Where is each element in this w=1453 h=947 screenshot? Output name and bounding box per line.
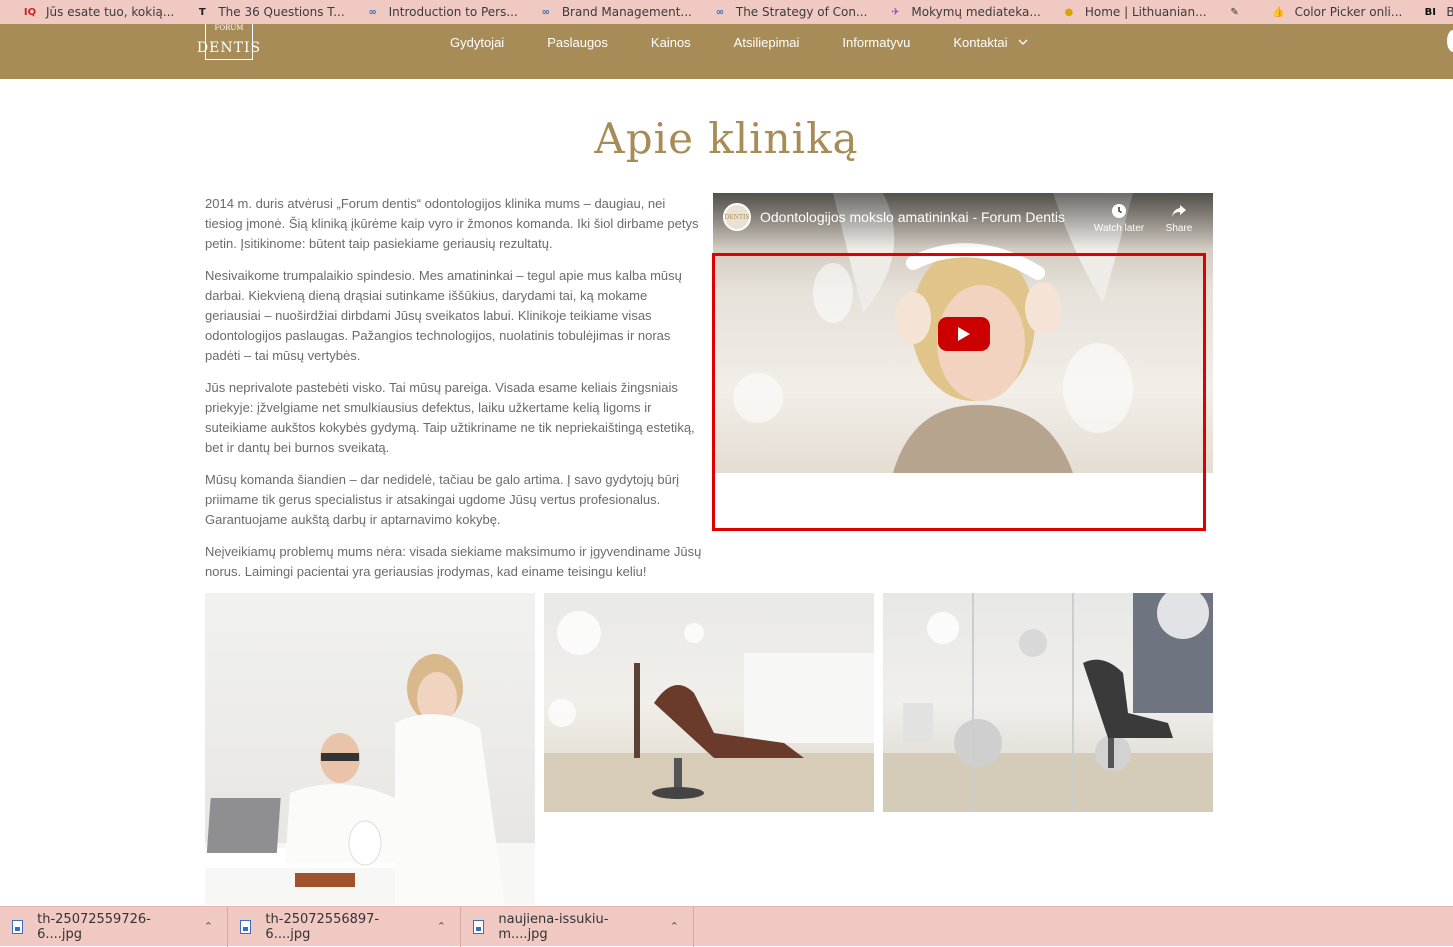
bookmark-label: The 36 Questions T... [218, 5, 345, 19]
chevron-up-icon[interactable]: ⌃ [670, 920, 679, 933]
main-nav: Gydytojai Paslaugos Kainos Atsiliepimai … [450, 32, 1028, 52]
clinic-glass-room-photo[interactable] [883, 593, 1213, 812]
clinic-room-photo[interactable] [544, 593, 874, 812]
downloads-bar: th-25072559726-6....jpg ⌃ th-25072556897… [0, 906, 1453, 947]
site-logo[interactable]: FORUM DENTIS [197, 24, 260, 60]
bookmark-item[interactable]: ✈ Mokymų mediateka... [875, 0, 1048, 24]
nav-item-kontaktai[interactable]: Kontaktai [953, 34, 1028, 50]
bookmark-item[interactable]: ∞ Introduction to Pers... [353, 0, 526, 24]
bookmark-label: The Strategy of Con... [735, 5, 868, 19]
pen-icon: ✎ [1230, 6, 1239, 18]
image-file-icon [473, 919, 485, 934]
download-item[interactable]: th-25072556897-6....jpg ⌃ [228, 906, 461, 947]
logo-top-text: FORUM [214, 24, 244, 32]
download-filename: th-25072556897-6....jpg [265, 911, 380, 942]
site-header: FORUM DENTIS Gydytojai Paslaugos Kainos … [0, 24, 1453, 79]
team-photo-illustration [205, 654, 535, 905]
nav-item-informatyvu[interactable]: Informatyvu [842, 35, 910, 50]
nav-item-gydytojai[interactable]: Gydytojai [450, 35, 504, 50]
coursera-icon: ∞ [715, 6, 725, 18]
bookmark-item[interactable]: T The 36 Questions T... [182, 0, 352, 24]
nav-item-kontaktai-label: Kontaktai [953, 34, 1008, 50]
bookmark-label: Home | Lithuanian... [1084, 5, 1207, 19]
bookmarks-bar: IQ Jūs esate tuo, kokią... T The 36 Questio… [0, 0, 1453, 24]
video-title[interactable]: Odontologijos mokslo amatininkai - Forum… [760, 209, 1065, 225]
chevron-up-icon[interactable]: ⌃ [204, 920, 213, 933]
nav-item-paslaugos[interactable]: Paslaugos [547, 35, 608, 50]
glass-room-illustration [883, 593, 1213, 812]
chevron-up-icon[interactable]: ⌃ [437, 920, 446, 933]
download-item[interactable]: th-25072559726-6....jpg ⌃ [0, 906, 228, 947]
channel-avatar[interactable]: DENTIS [723, 203, 751, 231]
bookmark-item[interactable]: ✎ [1215, 0, 1259, 24]
coursera-icon: ∞ [541, 6, 550, 18]
bookmark-item[interactable]: 👍 Color Picker onli... [1259, 0, 1411, 24]
play-icon [958, 327, 970, 341]
nav-item-kainos[interactable]: Kainos [651, 35, 691, 50]
download-item[interactable]: naujiena-issukiu-m....jpg ⌃ [461, 906, 694, 947]
team-photo[interactable] [205, 593, 535, 905]
bookmark-item[interactable]: IQ Jūs esate tuo, kokią... [0, 0, 182, 24]
bookmark-label: Brand Management... [561, 5, 692, 19]
header-menu-dot[interactable] [1447, 30, 1453, 52]
image-file-icon [240, 919, 252, 934]
bookmark-item[interactable]: ● Home | Lithuanian... [1049, 0, 1215, 24]
bookmark-item[interactable]: BI Business Insider [1410, 0, 1453, 24]
share-icon [1172, 205, 1186, 217]
about-paragraph: 2014 m. duris atvėrusi „Forum dentis“ od… [205, 196, 699, 251]
coursera-icon: ∞ [368, 6, 377, 18]
download-filename: naujiena-issukiu-m....jpg [498, 911, 609, 942]
about-paragraph: Mūsų komanda šiandien – dar nedidelė, ta… [205, 472, 680, 527]
dental-chair-illustration [544, 611, 874, 812]
iq-icon: IQ [23, 6, 37, 18]
share-button[interactable]: Share [1151, 203, 1207, 234]
share-label: Share [1165, 223, 1193, 234]
logo-main-text: DENTIS [196, 40, 262, 56]
about-text: 2014 m. duris atvėrusi „Forum dentis“ od… [205, 194, 705, 594]
chevron-down-icon [1018, 39, 1028, 45]
clock-icon [1112, 204, 1126, 218]
about-paragraph: Jūs neprivalote pastebėti visko. Tai mūs… [205, 380, 695, 455]
image-file-icon [12, 919, 24, 934]
bookmark-item[interactable]: ∞ Brand Management... [526, 0, 700, 24]
lithuanian-icon: ● [1064, 6, 1074, 18]
nav-item-atsiliepimai[interactable]: Atsiliepimai [734, 35, 800, 50]
about-paragraph: Neįveikiamų problemų mums nėra: visada s… [205, 544, 702, 579]
about-paragraph: Nesivaikome trumpalaikio spindesio. Mes … [205, 268, 682, 363]
bookmark-label: Jūs esate tuo, kokią... [46, 5, 175, 19]
nyt-icon: T [198, 6, 206, 18]
bi-icon: BI [1424, 6, 1437, 18]
watch-later-label: Watch later [1093, 223, 1145, 234]
bookmark-label: Color Picker onli... [1294, 5, 1403, 19]
youtube-video-embed[interactable]: DENTIS Odontologijos mokslo amatininkai … [713, 193, 1213, 473]
bookmark-item[interactable]: ∞ The Strategy of Con... [700, 0, 876, 24]
bookmark-label: Introduction to Pers... [388, 5, 518, 19]
page-title: Apie kliniką [594, 114, 859, 163]
bird-icon: ✈ [891, 6, 900, 18]
watch-later-button[interactable]: Watch later [1091, 203, 1147, 234]
bookmark-label: Business Insider [1446, 5, 1453, 19]
thumb-icon: 👍 [1272, 6, 1285, 18]
download-filename: th-25072559726-6....jpg [37, 911, 151, 942]
play-button[interactable] [938, 317, 990, 351]
bookmark-label: Mokymų mediateka... [911, 5, 1041, 19]
channel-avatar-text: DENTIS [724, 213, 750, 221]
